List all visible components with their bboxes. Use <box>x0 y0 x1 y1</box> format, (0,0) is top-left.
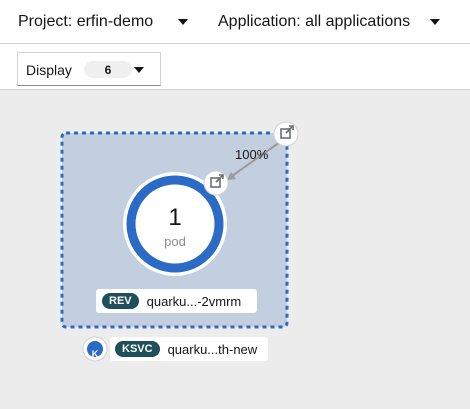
application-selector-label: Application: all applications <box>218 13 411 30</box>
pod-count: 1 <box>168 204 182 231</box>
service-name: quarku...th-new <box>167 341 258 357</box>
topology-toolbar: Display 6 <box>0 44 470 90</box>
caret-down-icon <box>178 19 188 25</box>
project-selector[interactable]: Project: erfin-demo <box>18 0 190 44</box>
traffic-percentage: 100% <box>235 147 269 162</box>
topology-canvas[interactable]: 100% 1 pod REV quarku...-2vmrm K KSVC qu… <box>0 91 470 409</box>
service-label[interactable]: KSVC quarku...th-new <box>110 337 268 361</box>
display-label: Display <box>26 62 72 78</box>
revision-name: quarku...-2vmrm <box>146 293 242 309</box>
topology-graph <box>60 121 299 362</box>
knative-icon-letter: K <box>91 349 99 359</box>
revision-external-link-icon[interactable] <box>203 170 229 196</box>
group-external-link-icon[interactable] <box>273 121 299 147</box>
caret-down-icon <box>430 19 440 25</box>
display-count-badge: 6 <box>84 61 132 78</box>
application-selector[interactable]: Application: all applications <box>218 0 444 44</box>
top-bar: Project: erfin-demo Application: all app… <box>0 0 470 44</box>
project-selector-label: Project: erfin-demo <box>18 13 154 30</box>
revision-badge: REV <box>102 293 139 309</box>
caret-down-icon <box>134 67 144 73</box>
pod-label: pod <box>164 234 186 249</box>
display-options-dropdown[interactable]: Display 6 <box>17 52 161 86</box>
service-badge: KSVC <box>115 341 160 357</box>
revision-label[interactable]: REV quarku...-2vmrm <box>96 289 257 313</box>
